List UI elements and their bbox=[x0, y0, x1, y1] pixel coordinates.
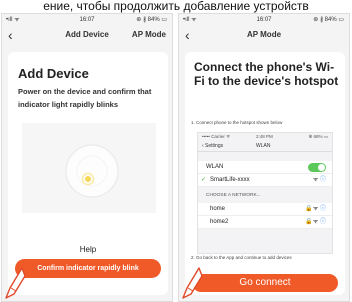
step-2-text: 2. Go back to the App and continue to ad… bbox=[191, 255, 292, 260]
mini-nav-bar: ‹ Settings WLAN bbox=[198, 141, 332, 152]
help-link[interactable]: Help bbox=[8, 245, 168, 254]
nav-bar: ‹ Add Device AP Mode bbox=[2, 26, 172, 46]
pointing-hand-icon bbox=[5, 267, 26, 299]
phone-screen-add-device: •ıll ᯤ 16:07 ⊛ ∦ 84% ▭ ‹ Add Device AP M… bbox=[1, 13, 173, 302]
battery-icon: ⊛ ∦ 84% ▭ bbox=[136, 17, 167, 23]
connected-network-row: ✓ SmartLife-xxxx ᯤ ⓘ bbox=[198, 174, 332, 187]
network-name: home bbox=[210, 206, 226, 212]
pointing-hand-icon bbox=[182, 267, 203, 299]
confirm-blink-button[interactable]: Confirm indicator rapidly blink bbox=[15, 259, 161, 278]
page-title: Connect the phone's Wi-Fi to the device'… bbox=[194, 60, 339, 88]
connected-network-name: SmartLife-xxxx bbox=[210, 177, 250, 183]
mini-time: 2:48 PM bbox=[256, 134, 273, 139]
content-card: Add Device Power on the device and confi… bbox=[8, 52, 168, 295]
content-card: Connect the phone's Wi-Fi to the device'… bbox=[185, 52, 345, 295]
wlan-toggle-row: WLAN bbox=[198, 161, 332, 174]
nav-title: AP Mode bbox=[246, 30, 282, 39]
network-row: home 🔒ᯤ ⓘ bbox=[198, 203, 332, 216]
wlan-toggle bbox=[308, 163, 326, 172]
wifi-info-icon: ᯤ ⓘ bbox=[312, 177, 326, 183]
mini-status-bar: ••••• Carrier ᯤ 2:48 PM ✻ 68% ▭ bbox=[198, 133, 332, 141]
page-title: Add Device bbox=[18, 66, 89, 81]
choose-network-label: CHOOSE A NETWORK... bbox=[206, 193, 261, 198]
lock-wifi-info-icon: 🔒ᯤ ⓘ bbox=[305, 206, 326, 212]
instruction-text: Power on the device and confirm that ind… bbox=[18, 87, 152, 109]
mini-carrier: ••••• Carrier ᯤ bbox=[202, 134, 231, 139]
mini-nav-title: WLAN bbox=[256, 143, 271, 149]
ap-mode-link[interactable]: AP Mode bbox=[132, 30, 166, 39]
network-name: home2 bbox=[210, 219, 229, 225]
nav-bar: ‹ AP Mode bbox=[179, 26, 349, 46]
blinking-light-illustration bbox=[22, 123, 156, 213]
mini-back-settings: ‹ Settings bbox=[202, 143, 224, 149]
step-1-text: 1. Connect phone to the hotspot shown be… bbox=[191, 120, 283, 125]
mini-battery: ✻ 68% ▭ bbox=[308, 134, 328, 139]
checkmark-icon: ✓ bbox=[201, 177, 207, 183]
phone-screen-ap-mode: •ıll ᯤ 16:07 ⊛ ∦ 84% ▭ ‹ AP Mode Connect… bbox=[178, 13, 350, 302]
status-bar: •ıll ᯤ 16:07 ⊛ ∦ 84% ▭ bbox=[2, 14, 172, 26]
caption-text: ение, чтобы продолжить добавление устрой… bbox=[43, 0, 309, 13]
network-row: home2 🔒ᯤ ⓘ bbox=[198, 216, 332, 229]
status-bar: •ıll ᯤ 16:07 ⊛ ∦ 84% ▭ bbox=[179, 14, 349, 26]
battery-icon: ⊛ ∦ 84% ▭ bbox=[313, 17, 344, 23]
wlan-label: WLAN bbox=[206, 164, 224, 170]
wlan-settings-illustration: ••••• Carrier ᯤ 2:48 PM ✻ 68% ▭ ‹ Settin… bbox=[197, 132, 333, 254]
go-connect-button[interactable]: Go connect bbox=[192, 274, 338, 292]
lock-wifi-info-icon: 🔒ᯤ ⓘ bbox=[305, 219, 326, 225]
